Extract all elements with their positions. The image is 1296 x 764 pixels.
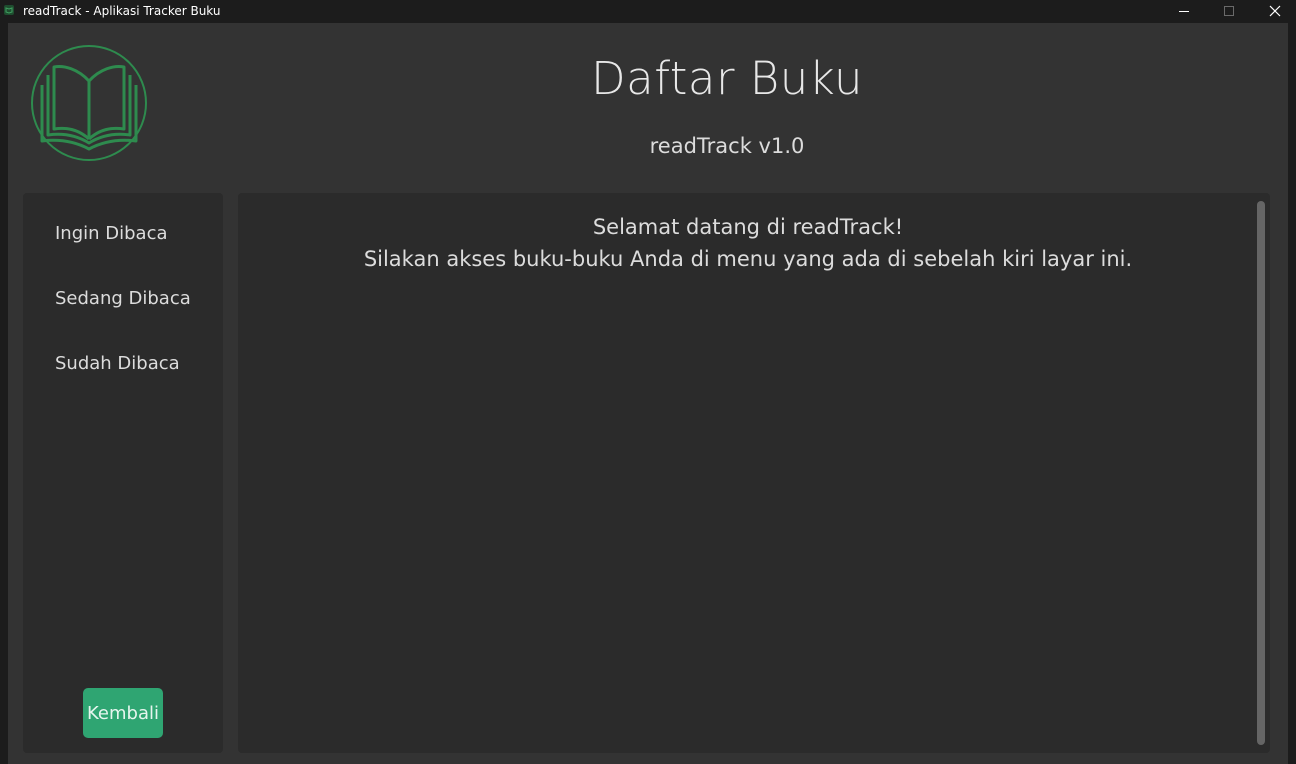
open-book-icon xyxy=(31,45,147,161)
title-bar: readTrack - Aplikasi Tracker Buku xyxy=(0,0,1296,22)
maximize-icon xyxy=(1224,6,1234,16)
scrollbar[interactable] xyxy=(1257,201,1265,745)
welcome-line-2: Silakan akses buku-buku Anda di menu yan… xyxy=(363,247,1133,271)
main-content: Selamat datang di readTrack! Silakan aks… xyxy=(238,193,1270,753)
app-window: Daftar Buku readTrack v1.0 Ingin Dibaca … xyxy=(8,23,1288,764)
close-icon xyxy=(1269,5,1281,17)
close-button[interactable] xyxy=(1252,0,1296,22)
sidebar: Ingin Dibaca Sedang Dibaca Sudah Dibaca … xyxy=(23,193,223,753)
back-button[interactable]: Kembali xyxy=(83,688,163,738)
minimize-button[interactable] xyxy=(1161,0,1207,22)
sidebar-item-ingin-dibaca[interactable]: Ingin Dibaca xyxy=(55,221,168,247)
window-title: readTrack - Aplikasi Tracker Buku xyxy=(23,4,221,18)
page-title: Daftar Buku xyxy=(591,52,863,105)
welcome-line-1: Selamat datang di readTrack! xyxy=(592,215,904,239)
minimize-icon xyxy=(1179,11,1189,12)
welcome-message: Selamat datang di readTrack! Silakan aks… xyxy=(238,211,1258,275)
book-app-icon xyxy=(4,5,14,15)
maximize-button[interactable] xyxy=(1206,0,1252,22)
sidebar-item-sedang-dibaca[interactable]: Sedang Dibaca xyxy=(55,286,191,312)
app-version: readTrack v1.0 xyxy=(649,134,805,158)
sidebar-item-sudah-dibaca[interactable]: Sudah Dibaca xyxy=(55,351,180,377)
